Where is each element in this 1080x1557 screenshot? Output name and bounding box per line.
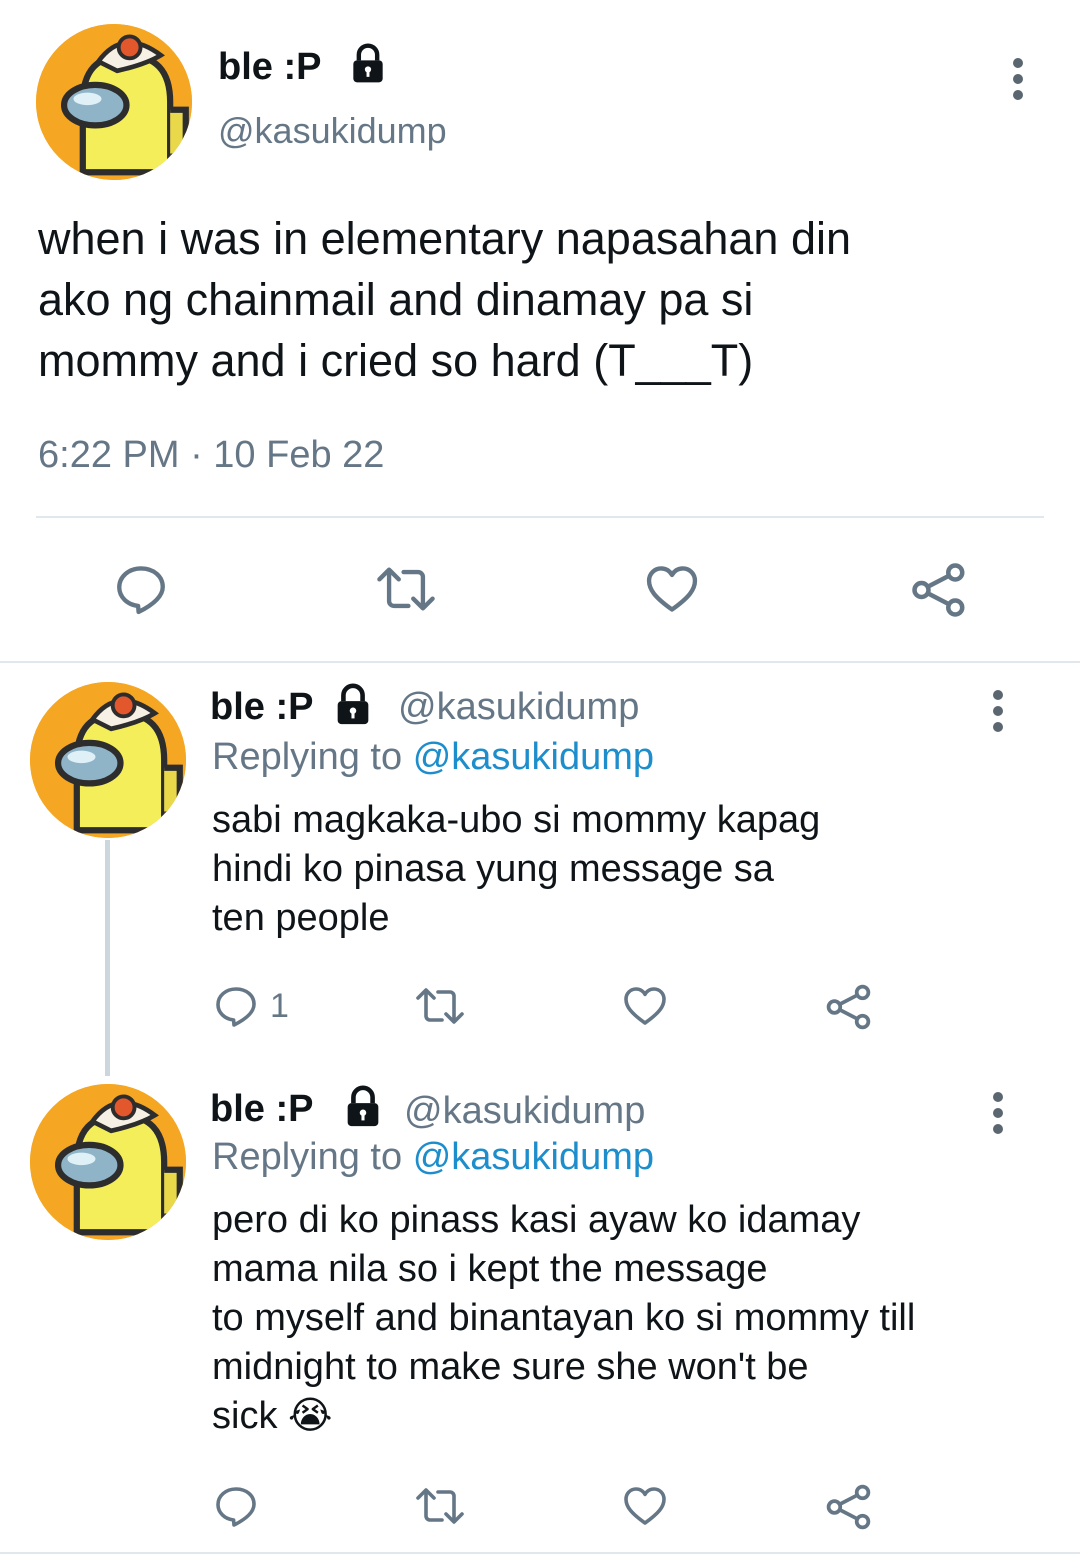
reply-icon [117, 566, 165, 615]
heart-icon [646, 566, 698, 612]
handle[interactable]: @kasukidump [404, 1088, 645, 1134]
tweet-text: pero di ko pinass kasi ayaw ko idamay ma… [212, 1199, 916, 1437]
retweet-button[interactable] [412, 982, 468, 1030]
share-icon [912, 563, 965, 617]
display-name[interactable]: ble :P [210, 1086, 313, 1132]
lock-icon [337, 683, 369, 725]
replying-to-link[interactable]: @kasukidump [413, 736, 654, 778]
avatar[interactable] [30, 682, 186, 838]
bottom-divider [0, 1552, 1080, 1554]
reply-icon [216, 987, 256, 1027]
more-options-icon[interactable] [990, 1092, 1006, 1134]
reply-button[interactable] [112, 560, 170, 618]
tweet-text: when i was in elementary napasahan din a… [38, 213, 852, 386]
share-icon [826, 984, 871, 1030]
share-icon [826, 1484, 871, 1530]
section-divider [0, 661, 1080, 663]
crewmate-avatar-icon [30, 1084, 186, 1240]
retweet-icon [416, 1488, 464, 1524]
heart-icon [624, 1487, 666, 1525]
display-name[interactable]: ble :P [218, 44, 321, 90]
replying-to: Replying to @kasukidump [212, 1136, 655, 1178]
avatar[interactable] [36, 24, 192, 180]
retweet-button[interactable] [412, 1482, 468, 1530]
retweet-icon [377, 567, 435, 611]
retweet-icon [416, 988, 464, 1024]
reply-button[interactable]: 1 [212, 982, 289, 1030]
handle[interactable]: @kasukidump [398, 684, 639, 730]
handle[interactable]: @kasukidump [218, 108, 447, 154]
replying-to: Replying to @kasukidump [212, 736, 655, 778]
more-options-icon[interactable] [1010, 58, 1026, 100]
reply-icon [216, 1487, 256, 1527]
lock-icon [347, 1085, 379, 1127]
divider [36, 516, 1044, 518]
avatar[interactable] [30, 1084, 186, 1240]
reply-button[interactable] [212, 1482, 260, 1530]
share-button[interactable] [824, 982, 874, 1032]
crewmate-avatar-icon [30, 682, 186, 838]
lock-icon [353, 43, 383, 83]
like-button[interactable] [620, 1482, 670, 1530]
share-button[interactable] [824, 1482, 874, 1532]
display-name[interactable]: ble :P [210, 684, 313, 730]
timestamp[interactable]: 6:22 PM · 10 Feb 22 [38, 432, 384, 478]
share-button[interactable] [908, 560, 970, 620]
crewmate-avatar-icon [36, 24, 192, 180]
tweet-text: sabi magkaka-ubo si mommy kapag hindi ko… [212, 799, 821, 939]
like-button[interactable] [620, 982, 670, 1030]
reply-count: 1 [270, 986, 289, 1025]
like-button[interactable] [642, 560, 702, 618]
crying-emoji: 😭 [288, 1395, 333, 1437]
heart-icon [624, 987, 666, 1025]
more-options-icon[interactable] [990, 690, 1006, 732]
retweet-button[interactable] [372, 560, 440, 618]
thread-line [105, 840, 110, 1076]
replying-to-link[interactable]: @kasukidump [413, 1136, 654, 1178]
